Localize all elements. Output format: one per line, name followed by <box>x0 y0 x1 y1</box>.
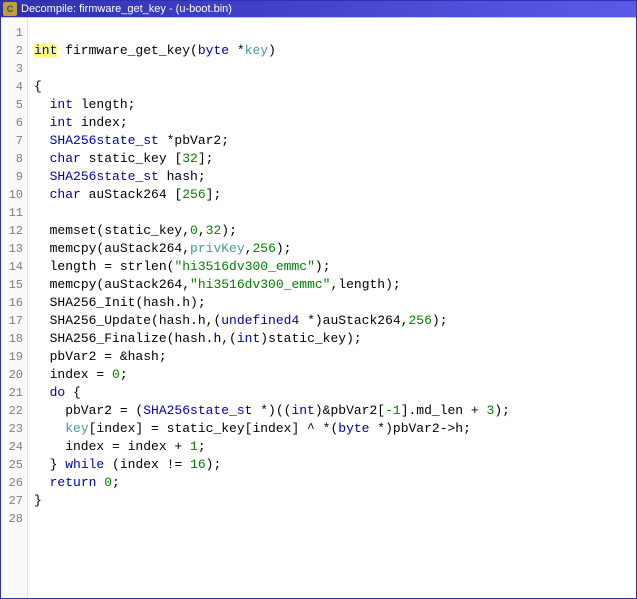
line-number: 5 <box>1 96 27 114</box>
decompiler-window: C Decompile: firmware_get_key - (u-boot.… <box>0 0 637 599</box>
code-line[interactable]: int length; <box>34 96 636 114</box>
line-number: 13 <box>1 240 27 258</box>
code-line[interactable]: pbVar2 = &hash; <box>34 348 636 366</box>
code-line[interactable]: char static_key [32]; <box>34 150 636 168</box>
code-line[interactable]: { <box>34 78 636 96</box>
code-line[interactable]: return 0; <box>34 474 636 492</box>
line-number: 1 <box>1 24 27 42</box>
line-number: 25 <box>1 456 27 474</box>
line-number: 15 <box>1 276 27 294</box>
line-number: 19 <box>1 348 27 366</box>
code-line[interactable]: SHA256_Finalize(hash.h,(int)static_key); <box>34 330 636 348</box>
line-number: 10 <box>1 186 27 204</box>
line-number: 18 <box>1 330 27 348</box>
line-number: 17 <box>1 312 27 330</box>
app-icon: C <box>3 2 17 16</box>
code-line[interactable]: pbVar2 = (SHA256state_st *)((int)&pbVar2… <box>34 402 636 420</box>
code-line[interactable]: } <box>34 492 636 510</box>
code-line[interactable]: int firmware_get_key(byte *key) <box>34 42 636 60</box>
titlebar[interactable]: C Decompile: firmware_get_key - (u-boot.… <box>1 1 636 17</box>
code-line[interactable]: SHA256_Update(hash.h,(undefined4 *)auSta… <box>34 312 636 330</box>
code-line[interactable] <box>34 60 636 78</box>
line-number: 27 <box>1 492 27 510</box>
code-line[interactable]: memcpy(auStack264,privKey,256); <box>34 240 636 258</box>
window-title: Decompile: firmware_get_key - (u-boot.bi… <box>21 1 232 17</box>
code-line[interactable] <box>34 24 636 42</box>
line-number: 3 <box>1 60 27 78</box>
line-number: 9 <box>1 168 27 186</box>
code-line[interactable]: } while (index != 16); <box>34 456 636 474</box>
line-number: 28 <box>1 510 27 528</box>
code-line[interactable]: length = strlen("hi3516dv300_emmc"); <box>34 258 636 276</box>
code-line[interactable]: SHA256state_st *pbVar2; <box>34 132 636 150</box>
line-number: 7 <box>1 132 27 150</box>
line-number: 26 <box>1 474 27 492</box>
code-line[interactable]: memset(static_key,0,32); <box>34 222 636 240</box>
line-number: 16 <box>1 294 27 312</box>
code-line[interactable]: char auStack264 [256]; <box>34 186 636 204</box>
line-number: 14 <box>1 258 27 276</box>
code-line[interactable]: SHA256_Init(hash.h); <box>34 294 636 312</box>
code-line[interactable]: SHA256state_st hash; <box>34 168 636 186</box>
line-number: 20 <box>1 366 27 384</box>
code-line[interactable]: do { <box>34 384 636 402</box>
code-line[interactable]: int index; <box>34 114 636 132</box>
line-number: 2 <box>1 42 27 60</box>
code-line[interactable]: index = index + 1; <box>34 438 636 456</box>
line-gutter: 1234567891011121314151617181920212223242… <box>1 18 28 598</box>
code-line[interactable] <box>34 204 636 222</box>
line-number: 11 <box>1 204 27 222</box>
decompiler-content: 1234567891011121314151617181920212223242… <box>1 17 636 598</box>
line-number: 24 <box>1 438 27 456</box>
code-line[interactable]: key[index] = static_key[index] ^ *(byte … <box>34 420 636 438</box>
line-number: 23 <box>1 420 27 438</box>
line-number: 4 <box>1 78 27 96</box>
code-line[interactable]: memcpy(auStack264,"hi3516dv300_emmc",len… <box>34 276 636 294</box>
code-view[interactable]: int firmware_get_key(byte *key) { int le… <box>28 18 636 598</box>
line-number: 21 <box>1 384 27 402</box>
line-number: 22 <box>1 402 27 420</box>
code-line[interactable]: index = 0; <box>34 366 636 384</box>
line-number: 12 <box>1 222 27 240</box>
code-line[interactable] <box>34 510 636 528</box>
line-number: 6 <box>1 114 27 132</box>
line-number: 8 <box>1 150 27 168</box>
